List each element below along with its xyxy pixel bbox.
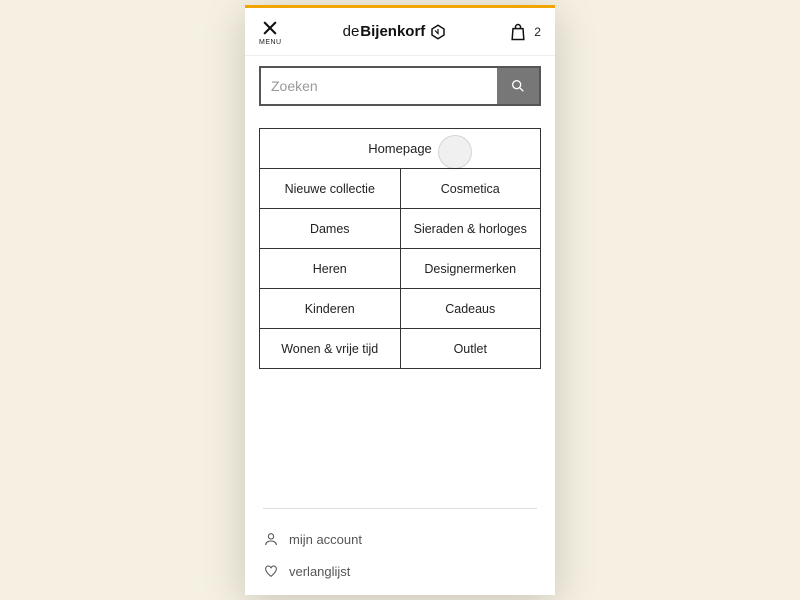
category-cell[interactable]: Nieuwe collectie: [260, 169, 401, 209]
search-wrap: [259, 66, 541, 106]
category-label: Kinderen: [305, 302, 355, 316]
divider: [263, 508, 537, 509]
wishlist-label: verlanglijst: [289, 564, 350, 579]
header: MENU deBijenkorf 2: [245, 8, 555, 56]
bag-count: 2: [534, 25, 541, 39]
account-link[interactable]: mijn account: [263, 523, 537, 555]
shopping-bag-button[interactable]: 2: [508, 22, 541, 42]
category-label: Heren: [313, 262, 347, 276]
category-label: Dames: [310, 222, 350, 236]
category-cell[interactable]: Designermerken: [401, 249, 541, 289]
category-cell[interactable]: Kinderen: [260, 289, 401, 329]
user-icon: [263, 531, 279, 547]
category-label: Designermerken: [424, 262, 516, 276]
category-cell[interactable]: Wonen & vrije tijd: [260, 329, 401, 369]
search-row: [245, 56, 555, 120]
category-homepage[interactable]: Homepage: [260, 129, 540, 169]
logo[interactable]: deBijenkorf: [343, 23, 448, 41]
heart-icon: [263, 563, 279, 579]
category-homepage-label: Homepage: [368, 141, 432, 156]
logo-prefix: de: [343, 23, 360, 40]
category-label: Cosmetica: [441, 182, 500, 196]
category-label: Outlet: [454, 342, 487, 356]
footer: mijn account verlanglijst: [245, 500, 555, 595]
bag-icon: [508, 22, 528, 42]
menu-label: MENU: [259, 39, 282, 46]
search-button[interactable]: [497, 68, 539, 104]
logo-hex-icon: [429, 23, 447, 41]
close-icon: [260, 18, 280, 38]
wishlist-link[interactable]: verlanglijst: [263, 555, 537, 587]
category-label: Nieuwe collectie: [285, 182, 375, 196]
category-cell[interactable]: Cosmetica: [401, 169, 541, 209]
spacer: [245, 369, 555, 500]
logo-main: Bijenkorf: [360, 23, 425, 40]
category-label: Cadeaus: [445, 302, 495, 316]
category-label: Wonen & vrije tijd: [281, 342, 378, 356]
category-cell[interactable]: Outlet: [401, 329, 541, 369]
category-label: Sieraden & horloges: [414, 222, 527, 236]
menu-button[interactable]: MENU: [259, 18, 282, 46]
category-cell[interactable]: Sieraden & horloges: [401, 209, 541, 249]
category-cell[interactable]: Heren: [260, 249, 401, 289]
touch-indicator: [438, 135, 472, 169]
category-cell[interactable]: Cadeaus: [401, 289, 541, 329]
category-grid: Homepage Nieuwe collectie Cosmetica Dame…: [259, 128, 541, 369]
account-label: mijn account: [289, 532, 362, 547]
category-cell[interactable]: Dames: [260, 209, 401, 249]
app-frame: MENU deBijenkorf 2 Homepage Nieuwe colle…: [245, 5, 555, 595]
search-input[interactable]: [261, 68, 497, 104]
search-icon: [510, 78, 526, 94]
